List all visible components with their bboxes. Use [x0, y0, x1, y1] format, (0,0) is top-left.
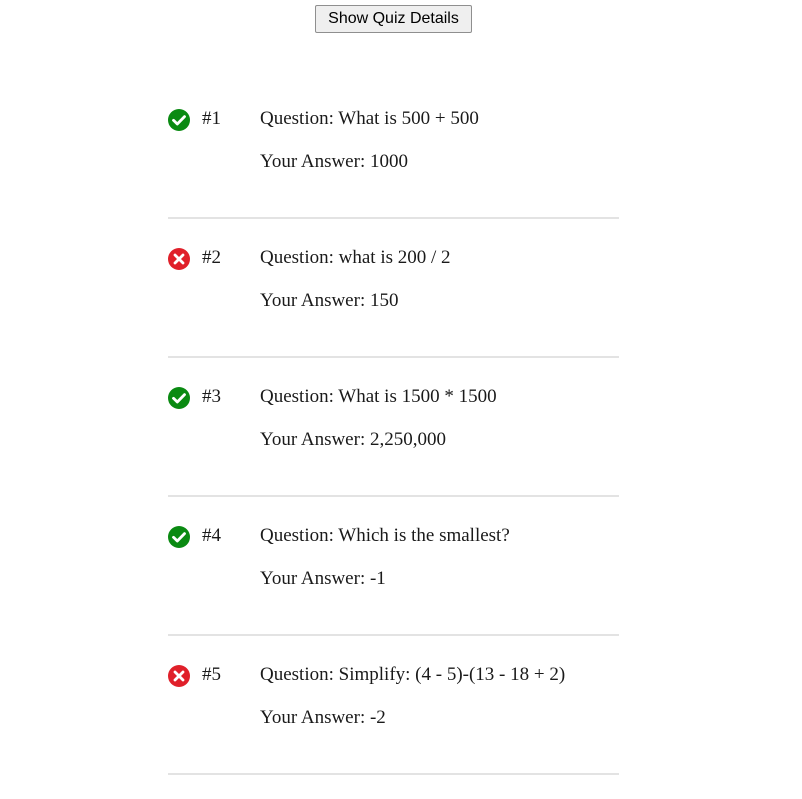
your-answer: Your Answer: -2 — [260, 707, 386, 728]
check-circle-icon — [168, 526, 190, 548]
result-item: #4 Question: Which is the smallest? Your… — [168, 497, 619, 636]
question-text: Question: What is 500 + 500 — [260, 108, 479, 129]
result-item: #2 Question: what is 200 / 2 Your Answer… — [168, 219, 619, 358]
your-answer: Your Answer: 150 — [260, 290, 399, 311]
question-text: Question: What is 1500 * 1500 — [260, 386, 497, 407]
your-answer: Your Answer: 1000 — [260, 151, 408, 172]
quiz-results-list: #1 Question: What is 500 + 500 Your Answ… — [168, 80, 619, 775]
question-text: Question: Which is the smallest? — [260, 525, 510, 546]
x-circle-icon — [168, 248, 190, 270]
x-circle-icon — [168, 665, 190, 687]
question-number: #5 — [202, 664, 221, 685]
your-answer: Your Answer: 2,250,000 — [260, 429, 446, 450]
question-text: Question: what is 200 / 2 — [260, 247, 451, 268]
question-number: #2 — [202, 247, 221, 268]
check-circle-icon — [168, 387, 190, 409]
question-number: #4 — [202, 525, 221, 546]
result-item: #1 Question: What is 500 + 500 Your Answ… — [168, 80, 619, 219]
your-answer: Your Answer: -1 — [260, 568, 386, 589]
question-number: #3 — [202, 386, 221, 407]
question-number: #1 — [202, 108, 221, 129]
result-item: #3 Question: What is 1500 * 1500 Your An… — [168, 358, 619, 497]
show-quiz-details-button[interactable]: Show Quiz Details — [315, 5, 472, 33]
result-item: #5 Question: Simplify: (4 - 5)-(13 - 18 … — [168, 636, 619, 775]
question-text: Question: Simplify: (4 - 5)-(13 - 18 + 2… — [260, 664, 566, 685]
check-circle-icon — [168, 109, 190, 131]
